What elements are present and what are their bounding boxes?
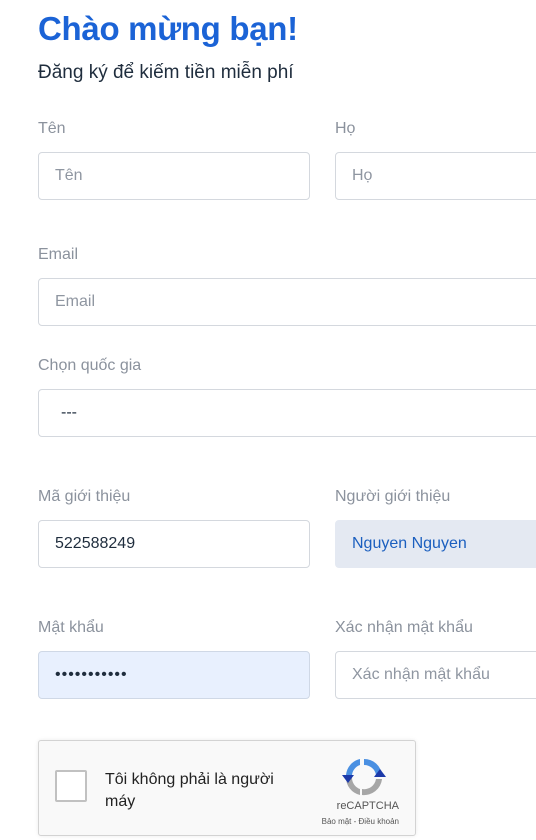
first-name-label: Tên	[38, 120, 66, 137]
recaptcha-terms-link[interactable]: Điều khoản	[359, 817, 399, 826]
password-input[interactable]	[38, 651, 310, 699]
recaptcha-label: Tôi không phải là người máy	[105, 771, 274, 810]
page-title: Chào mừng bạn!	[38, 10, 298, 47]
email-input[interactable]	[38, 278, 536, 326]
last-name-input[interactable]	[335, 152, 536, 200]
recaptcha-brand: reCAPTCHA	[336, 800, 399, 812]
confirm-password-input[interactable]	[335, 651, 536, 699]
referral-code-label: Mã giới thiệu	[38, 488, 131, 505]
recaptcha-privacy-link[interactable]: Bảo mật	[322, 817, 352, 826]
recaptcha-widget: Tôi không phải là người máy reCAPTCHA Bả…	[38, 740, 416, 836]
recaptcha-checkbox[interactable]	[55, 770, 87, 802]
referrer-input	[335, 520, 536, 568]
referral-code-input[interactable]	[38, 520, 310, 568]
recaptcha-links: Bảo mật - Điều khoản	[322, 817, 399, 826]
page-subtitle: Đăng ký để kiếm tiền miễn phí	[38, 62, 294, 83]
email-label: Email	[38, 246, 79, 263]
confirm-password-label: Xác nhận mật khẩu	[335, 619, 473, 636]
country-label: Chọn quốc gia	[38, 357, 142, 374]
recaptcha-link-separator: -	[351, 817, 359, 826]
last-name-label: Họ	[335, 120, 356, 137]
password-label: Mật khẩu	[38, 619, 104, 636]
country-selected-value: ---	[61, 404, 77, 421]
country-select[interactable]: ---	[38, 389, 536, 437]
referrer-label: Người giới thiệu	[335, 488, 451, 505]
first-name-input[interactable]	[38, 152, 310, 200]
recaptcha-icon	[342, 758, 386, 796]
